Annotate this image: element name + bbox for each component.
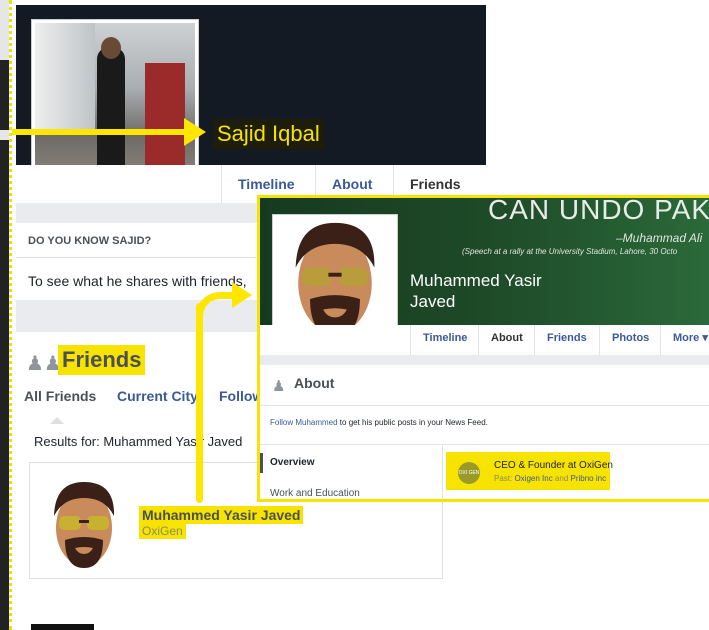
friends-tabs: All Friends Current City Follow (16, 388, 263, 416)
past-and: and (552, 474, 571, 483)
profile-picture[interactable] (31, 19, 199, 189)
name-line-2: Javed (410, 292, 456, 311)
profile-photo (35, 23, 195, 185)
about-title: About (294, 375, 335, 391)
job-entry: OXI GEN CEO & Founder at OxiGen Past: Ox… (446, 452, 613, 490)
cover-attribution: –Muhammad Ali (616, 231, 703, 245)
active-section-marker (260, 453, 263, 473)
friend-avatar[interactable] (45, 476, 123, 572)
overlay-avatar (295, 222, 375, 336)
divider-line (260, 444, 709, 445)
sidebar-item-overview[interactable]: Overview (270, 457, 314, 468)
sidebar-item-work-education[interactable]: Work and Education (270, 488, 360, 499)
profile-name[interactable]: Sajid Iqbal (213, 119, 324, 149)
tab-current-city[interactable]: Current City (117, 388, 198, 404)
tab-photos[interactable]: Photos (599, 325, 661, 355)
overlay-profile-picture[interactable] (272, 214, 398, 342)
connector-arrow-head (232, 282, 252, 308)
cover-speech-note: (Speech at a rally at the University Sta… (462, 247, 678, 256)
edge-block (0, 60, 9, 130)
tab-more[interactable]: More ▾ (660, 325, 709, 355)
connector-arrow-shaft (196, 303, 203, 503)
job-past: Past: Oxigen Inc and Pribno inc (494, 474, 606, 483)
follow-prompt: Follow Muhammed to get his public posts … (270, 418, 488, 427)
edge-block (0, 140, 9, 630)
dotted-guide-line (9, 0, 12, 630)
job-title[interactable]: CEO & Founder at OxiGen (494, 460, 613, 471)
bottom-block (31, 624, 94, 630)
name-line-1: Muhammed Yasir (410, 271, 542, 290)
past-company-2[interactable]: Pribno inc (571, 474, 607, 483)
person-icon: ♟ (272, 378, 286, 395)
past-company-1[interactable]: Oxigen Inc (514, 474, 552, 483)
follow-link[interactable]: Follow Muhammed (270, 418, 338, 427)
connector-arrow-curve (196, 292, 236, 328)
about-header: ♟ About (260, 365, 709, 406)
company-logo[interactable]: OXI GEN (458, 462, 480, 484)
friend-name[interactable]: Muhammed Yasir Javed (139, 506, 304, 524)
friends-icon: ♟♟ (26, 353, 62, 375)
search-results-label: Results for: Muhammed Yasir Javed (34, 434, 243, 449)
cover-quote: CAN UNDO PAKIS (488, 195, 709, 225)
annotation-arrow-shaft (12, 129, 192, 135)
tab-all-friends[interactable]: All Friends (24, 388, 96, 404)
overlay-profile-card: CAN UNDO PAKIS –Muhammad Ali (Speech at … (257, 195, 709, 502)
active-tab-indicator (50, 417, 64, 424)
know-heading: DO YOU KNOW SAJID? (16, 224, 261, 258)
annotation-arrow-head (184, 118, 206, 146)
see-shares-text: To see what he shares with friends, (28, 273, 247, 289)
section-divider (260, 355, 709, 365)
follow-text: to get his public posts in your News Fee… (337, 418, 488, 427)
tab-about[interactable]: About (478, 325, 535, 355)
overlay-tabs: Timeline About Friends Photos More ▾ (260, 325, 709, 356)
overlay-profile-name[interactable]: Muhammed Yasir Javed (410, 270, 630, 312)
section-divider (16, 203, 261, 223)
tab-friends[interactable]: Friends (534, 325, 599, 355)
friends-title: Friends (58, 345, 146, 375)
tab-timeline[interactable]: Timeline (410, 325, 479, 355)
friend-subtitle: OxiGen (139, 524, 186, 539)
past-prefix: Past: (494, 474, 515, 483)
left-edge-strip (0, 0, 9, 630)
column-divider (442, 445, 443, 499)
